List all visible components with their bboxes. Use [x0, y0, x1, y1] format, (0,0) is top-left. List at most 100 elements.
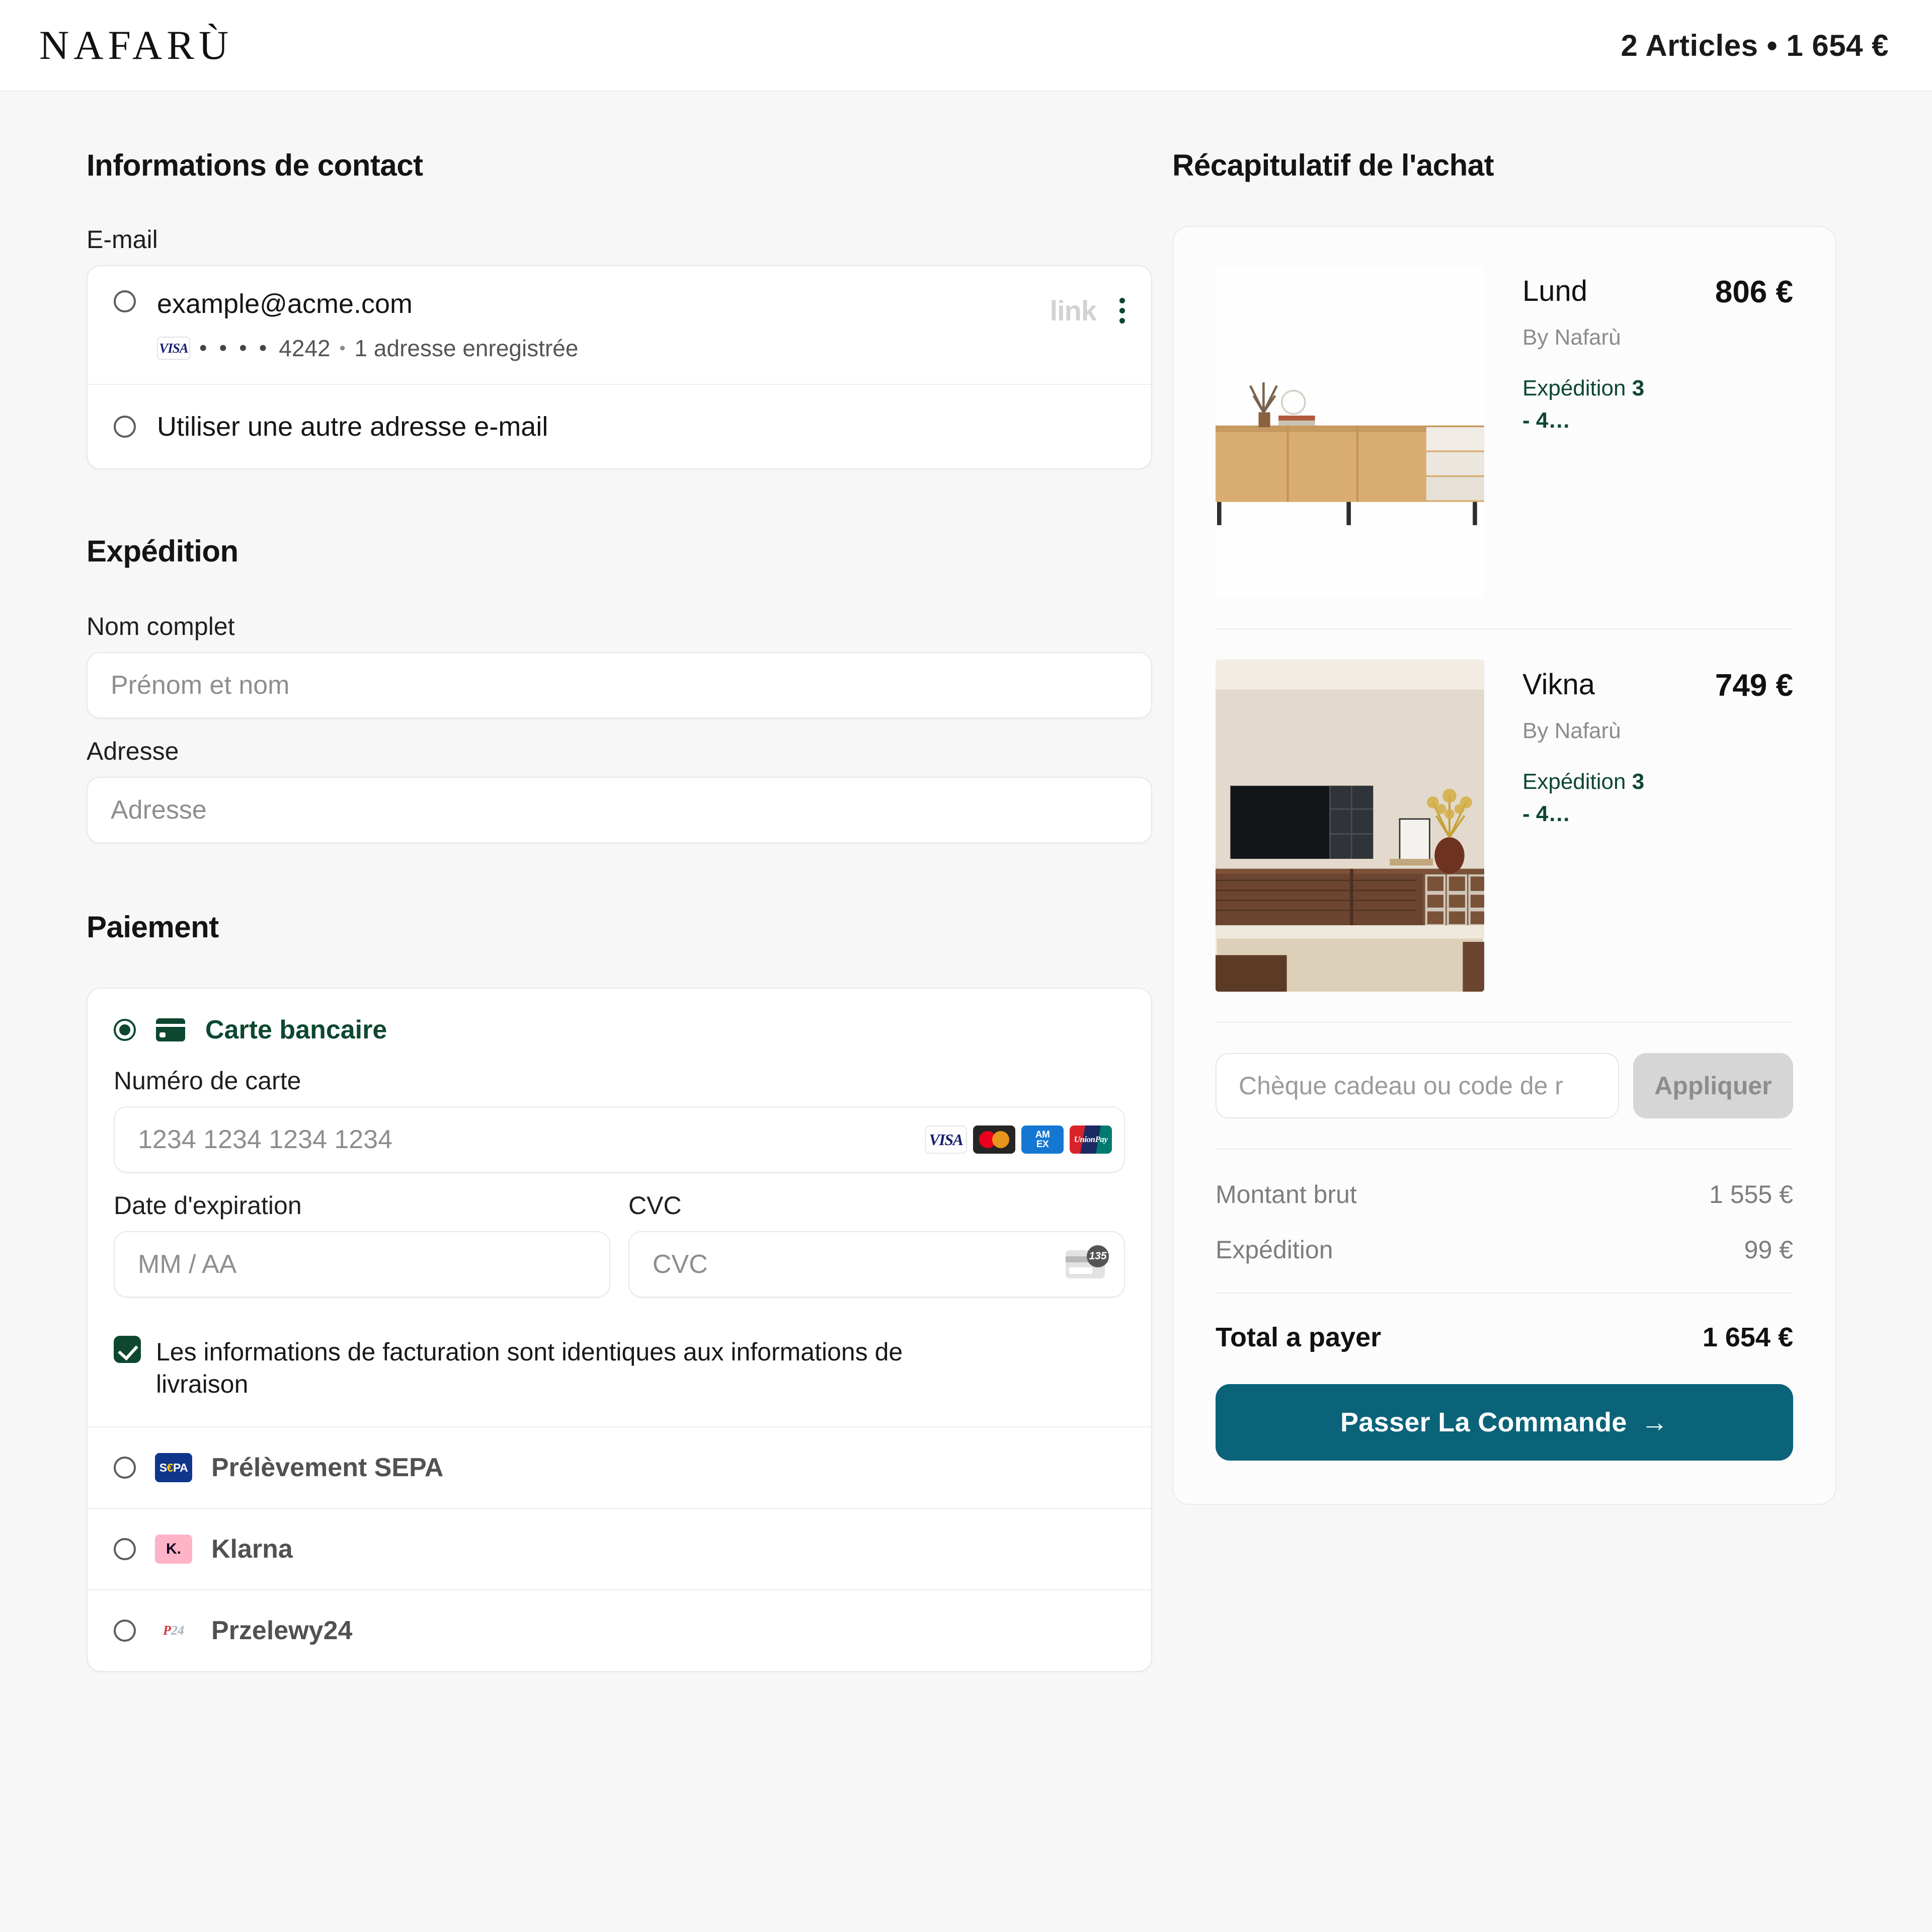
product-price: 806 €	[1715, 275, 1793, 309]
payment-method-przelewy24[interactable]: P 24 Przelewy24	[88, 1589, 1151, 1671]
arrow-right-icon: →	[1641, 1407, 1668, 1437]
cvc-label: CVC	[628, 1191, 682, 1220]
payment-method-klarna[interactable]: K. Klarna	[88, 1508, 1151, 1589]
summary-line-item: Vikna 749 € By Nafarù Expédition 3- 4…	[1216, 660, 1793, 992]
product-price: 749 €	[1715, 668, 1793, 703]
card-last4: 4242	[279, 335, 331, 361]
other-email-label: Utiliser une autre adresse e-mail	[157, 412, 548, 442]
card-number-placeholder: 1234 1234 1234 1234	[138, 1125, 393, 1154]
visa-icon: VISA	[157, 337, 190, 360]
przelewy24-label: Przelewy24	[211, 1616, 353, 1645]
amex-icon: AM EX	[1021, 1125, 1064, 1154]
saved-card-line: VISA • • • • 4242 • 1 adresse enregistré…	[157, 335, 1029, 362]
shipping-cost-value: 99 €	[1744, 1236, 1793, 1264]
card-payment-radio[interactable]	[114, 1019, 136, 1041]
product-vendor: By Nafarù	[1522, 718, 1621, 743]
summary-section-title: Récapitulatif de l'achat	[1172, 148, 1494, 182]
cvc-input[interactable]: CVC	[628, 1231, 1125, 1298]
fullname-label: Nom complet	[87, 612, 235, 640]
expiry-placeholder: MM / AA	[138, 1250, 237, 1279]
checkout-layout: Informations de contact E-mail example@a…	[0, 92, 1932, 1672]
cvc-hint-icon: 135	[1066, 1245, 1109, 1278]
przelewy24-icon: P 24	[155, 1616, 192, 1645]
saved-email-option[interactable]: example@acme.com VISA • • • • 4242 • 1 a…	[88, 266, 1151, 384]
klarna-label: Klarna	[211, 1535, 293, 1564]
cvc-hint-digits: 135	[1087, 1245, 1109, 1267]
card-form: Numéro de carte 1234 1234 1234 1234 VISA…	[88, 1048, 1151, 1313]
apply-promo-button[interactable]: Appliquer	[1633, 1053, 1793, 1118]
billing-same-as-shipping[interactable]: Les informations de facturation sont ide…	[88, 1313, 1151, 1426]
subtotal-label: Montant brut	[1216, 1180, 1357, 1209]
grand-total-label: Total a payer	[1216, 1322, 1382, 1352]
more-options-icon[interactable]	[1119, 298, 1125, 324]
order-summary-column: Récapitulatif de l'achat Lund 806 € By N…	[1172, 148, 1932, 1672]
subtotal-value: 1 555 €	[1709, 1180, 1793, 1209]
summary-line-item: Lund 806 € By Nafarù Expédition 3- 4…	[1216, 266, 1793, 598]
grand-total-value: 1 654 €	[1702, 1322, 1793, 1352]
masked-digits: • • • •	[199, 336, 270, 360]
card-payment-option[interactable]: Carte bancaire	[88, 989, 1151, 1048]
card-payment-label: Carte bancaire	[205, 1015, 387, 1044]
bullet-separator: •	[339, 338, 346, 358]
sepa-radio[interactable]	[114, 1457, 136, 1479]
przelewy24-radio[interactable]	[114, 1620, 136, 1642]
address-input[interactable]: Adresse	[87, 777, 1152, 843]
address-label: Adresse	[87, 737, 179, 765]
unionpay-icon: UnionPay	[1070, 1125, 1112, 1154]
saved-email-address: example@acme.com	[157, 289, 413, 319]
product-shipping-estimate: Expédition 3- 4…	[1522, 376, 1645, 433]
promo-code-row: Chèque cadeau ou code de r Appliquer	[1216, 1053, 1793, 1118]
grand-total-row: Total a payer 1 654 €	[1216, 1322, 1793, 1353]
subtotal-row: Montant brut 1 555 €	[1216, 1180, 1793, 1209]
other-email-radio[interactable]	[114, 416, 136, 438]
billing-checkbox[interactable]	[114, 1336, 141, 1363]
saved-email-radio[interactable]	[114, 290, 136, 312]
divider	[1216, 1022, 1793, 1023]
email-label: E-mail	[87, 225, 158, 254]
other-email-option[interactable]: Utiliser une autre adresse e-mail	[88, 384, 1151, 468]
fullname-placeholder: Prénom et nom	[111, 671, 290, 700]
expiry-input[interactable]: MM / AA	[114, 1231, 610, 1298]
cart-summary: 2 Articles • 1 654 €	[1621, 28, 1889, 62]
saved-address-note: 1 adresse enregistrée	[354, 335, 579, 361]
payment-method-sepa[interactable]: S € PA Prélèvement SEPA	[88, 1426, 1151, 1508]
shipping-cost-row: Expédition 99 €	[1216, 1235, 1793, 1264]
accepted-card-brands: VISA AM EX UnionPay	[925, 1125, 1112, 1154]
card-number-label: Numéro de carte	[114, 1067, 301, 1095]
visa-icon: VISA	[925, 1125, 967, 1154]
link-wallet-logo: link	[1050, 295, 1097, 327]
product-shipping-estimate: Expédition 3- 4…	[1522, 769, 1645, 826]
credit-card-icon	[156, 1018, 185, 1041]
billing-checkbox-label: Les informations de facturation sont ide…	[156, 1338, 903, 1398]
product-name: Lund	[1522, 275, 1588, 307]
promo-code-placeholder: Chèque cadeau ou code de r	[1239, 1072, 1563, 1100]
brand-logo[interactable]: NAFARÙ	[39, 22, 233, 69]
order-summary-card: Lund 806 € By Nafarù Expédition 3- 4… Vi…	[1172, 226, 1836, 1505]
address-placeholder: Adresse	[111, 795, 207, 825]
shipping-section-title: Expédition	[87, 534, 238, 568]
payment-methods-card: Carte bancaire Numéro de carte 1234 1234…	[87, 988, 1152, 1672]
klarna-radio[interactable]	[114, 1538, 136, 1560]
checkout-form-column: Informations de contact E-mail example@a…	[0, 148, 1172, 1672]
payment-section-title: Paiement	[87, 910, 219, 944]
divider	[1216, 628, 1793, 629]
expiry-label: Date d'expiration	[114, 1191, 302, 1220]
place-order-button[interactable]: Passer La Commande →	[1216, 1384, 1793, 1461]
shipping-cost-label: Expédition	[1216, 1236, 1333, 1264]
divider	[1216, 1293, 1793, 1294]
divider	[1216, 1149, 1793, 1150]
product-thumbnail[interactable]	[1216, 660, 1484, 992]
product-name: Vikna	[1522, 668, 1595, 701]
klarna-icon: K.	[155, 1535, 192, 1564]
page-header: NAFARÙ 2 Articles • 1 654 €	[0, 0, 1932, 92]
sepa-icon: S € PA	[155, 1453, 192, 1482]
mastercard-icon	[973, 1125, 1015, 1154]
place-order-label: Passer La Commande	[1340, 1407, 1627, 1437]
cvc-placeholder: CVC	[653, 1250, 708, 1279]
email-options-card: example@acme.com VISA • • • • 4242 • 1 a…	[87, 265, 1152, 469]
sepa-label: Prélèvement SEPA	[211, 1453, 444, 1482]
product-thumbnail[interactable]	[1216, 266, 1484, 598]
contact-section-title: Informations de contact	[87, 148, 423, 182]
fullname-input[interactable]: Prénom et nom	[87, 652, 1152, 718]
promo-code-input[interactable]: Chèque cadeau ou code de r	[1216, 1053, 1619, 1118]
